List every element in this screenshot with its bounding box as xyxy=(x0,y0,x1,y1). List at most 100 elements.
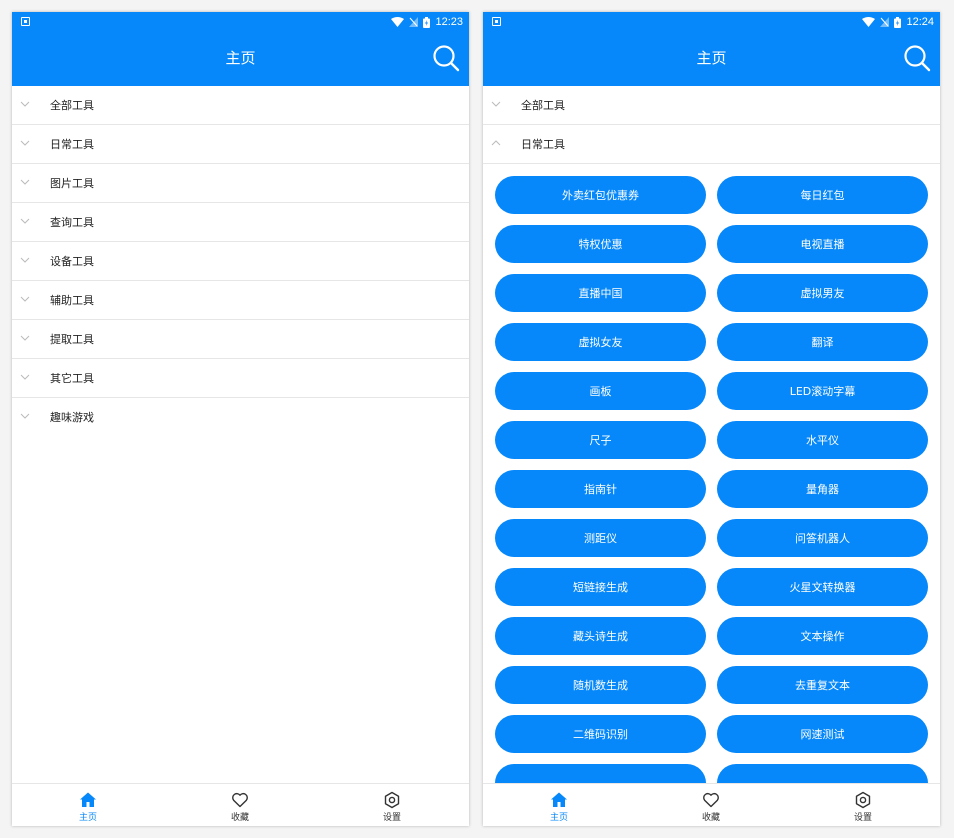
category-label: 辅助工具 xyxy=(50,294,94,307)
category-row-assist-tools[interactable]: 辅助工具 xyxy=(12,281,469,320)
tab-label: 收藏 xyxy=(230,813,249,823)
category-row-daily-tools[interactable]: 日常工具 xyxy=(12,125,469,164)
tab-label: 设置 xyxy=(382,813,401,823)
chevron-up-icon xyxy=(491,140,501,146)
chevron-down-icon xyxy=(20,101,30,107)
tool-button[interactable]: 画板 xyxy=(495,372,706,410)
tab-label: 设置 xyxy=(853,813,872,823)
search-icon[interactable] xyxy=(902,43,932,73)
tab-label: 主页 xyxy=(78,813,97,823)
tab-settings[interactable]: 设置 xyxy=(787,784,939,826)
tool-button[interactable]: 每日红包 xyxy=(717,176,928,214)
category-list: 全部工具 日常工具 图片工具 查询工具 设备工具 辅助工具 提取工具 其它工具 … xyxy=(12,86,469,436)
gear-icon xyxy=(855,791,871,809)
notification-app-icon xyxy=(492,17,501,26)
category-row-all-tools[interactable]: 全部工具 xyxy=(483,86,940,125)
tool-button[interactable]: 文本操作 xyxy=(717,617,928,655)
tab-favorites[interactable]: 收藏 xyxy=(635,784,787,826)
status-time: 12:24 xyxy=(906,16,934,28)
battery-icon xyxy=(423,16,431,28)
category-list: 全部工具 日常工具 xyxy=(483,86,940,164)
page-title: 主页 xyxy=(225,49,256,67)
tool-button[interactable]: 藏头诗生成 xyxy=(495,617,706,655)
tool-button[interactable]: 去重复文本 xyxy=(717,666,928,704)
tool-button[interactable]: 问答机器人 xyxy=(717,519,928,557)
chevron-down-icon xyxy=(20,335,30,341)
category-label: 日常工具 xyxy=(50,138,94,151)
home-icon xyxy=(80,792,96,807)
tool-button[interactable]: 水平仪 xyxy=(717,421,928,459)
tool-button[interactable]: 指南针 xyxy=(495,470,706,508)
tool-button[interactable]: 二维码识别 xyxy=(495,715,706,753)
tab-home[interactable]: 主页 xyxy=(12,784,164,826)
wifi-icon xyxy=(391,17,405,27)
category-label: 查询工具 xyxy=(50,216,94,229)
page-title: 主页 xyxy=(696,49,727,67)
chevron-down-icon xyxy=(20,140,30,146)
tool-button[interactable]: 随机数生成 xyxy=(495,666,706,704)
category-row-query-tools[interactable]: 查询工具 xyxy=(12,203,469,242)
app-bar: 主页 xyxy=(483,32,940,86)
category-label: 设备工具 xyxy=(50,255,94,268)
app-bar: 主页 xyxy=(12,32,469,86)
category-label: 图片工具 xyxy=(50,177,94,190)
tool-button[interactable]: 网速测试 xyxy=(717,715,928,753)
chevron-down-icon xyxy=(20,296,30,302)
chevron-down-icon xyxy=(20,179,30,185)
tool-button[interactable]: 测距仪 xyxy=(495,519,706,557)
category-label: 趣味游戏 xyxy=(50,411,94,424)
chevron-down-icon xyxy=(20,218,30,224)
category-row-daily-tools[interactable]: 日常工具 xyxy=(483,125,940,164)
tool-button[interactable]: LED滚动字幕 xyxy=(717,372,928,410)
tool-button[interactable]: 尺子 xyxy=(495,421,706,459)
status-bar: 12:24 xyxy=(483,12,940,32)
tool-button[interactable]: 虚拟女友 xyxy=(495,323,706,361)
category-row-other-tools[interactable]: 其它工具 xyxy=(12,359,469,398)
tool-button[interactable]: 虚拟男友 xyxy=(717,274,928,312)
home-icon xyxy=(551,792,567,807)
status-bar: 12:23 xyxy=(12,12,469,32)
category-label: 其它工具 xyxy=(50,372,94,385)
heart-icon xyxy=(232,792,248,808)
category-row-fun-games[interactable]: 趣味游戏 xyxy=(12,398,469,436)
no-signal-icon xyxy=(409,17,419,27)
tab-settings[interactable]: 设置 xyxy=(316,784,468,826)
category-row-image-tools[interactable]: 图片工具 xyxy=(12,164,469,203)
tool-button[interactable]: 翻译 xyxy=(717,323,928,361)
category-label: 日常工具 xyxy=(521,138,565,151)
tool-button-grid: 外卖红包优惠券 每日红包 特权优惠 电视直播 直播中国 虚拟男友 虚拟女友 翻译 画板 LED滚动… xyxy=(495,176,929,802)
tab-home[interactable]: 主页 xyxy=(483,784,635,826)
search-icon[interactable] xyxy=(431,43,461,73)
tool-button[interactable]: 火星文转换器 xyxy=(717,568,928,606)
tool-button[interactable]: 外卖红包优惠券 xyxy=(495,176,706,214)
no-signal-icon xyxy=(880,17,890,27)
category-label: 提取工具 xyxy=(50,333,94,346)
tab-label: 收藏 xyxy=(701,813,720,823)
notification-app-icon xyxy=(21,17,30,26)
category-row-device-tools[interactable]: 设备工具 xyxy=(12,242,469,281)
category-row-extract-tools[interactable]: 提取工具 xyxy=(12,320,469,359)
tool-button[interactable]: 直播中国 xyxy=(495,274,706,312)
category-row-all-tools[interactable]: 全部工具 xyxy=(12,86,469,125)
phone-screen-left: 12:23 主页 全部工具 日常工具 图片工具 查询工具 设备工具 辅助工具 提… xyxy=(12,12,469,826)
bottom-tab-bar: 主页 收藏 设置 xyxy=(12,783,469,826)
tool-button[interactable]: 短链接生成 xyxy=(495,568,706,606)
bottom-tab-bar: 主页 收藏 设置 xyxy=(483,783,940,826)
chevron-down-icon xyxy=(491,101,501,107)
category-label: 全部工具 xyxy=(50,99,94,112)
chevron-down-icon xyxy=(20,413,30,419)
gear-icon xyxy=(384,791,400,809)
heart-icon xyxy=(703,792,719,808)
chevron-down-icon xyxy=(20,374,30,380)
tool-button[interactable]: 特权优惠 xyxy=(495,225,706,263)
category-label: 全部工具 xyxy=(521,99,565,112)
wifi-icon xyxy=(862,17,876,27)
tool-button[interactable]: 电视直播 xyxy=(717,225,928,263)
tab-label: 主页 xyxy=(549,813,568,823)
chevron-down-icon xyxy=(20,257,30,263)
status-time: 12:23 xyxy=(435,16,463,28)
tool-button[interactable]: 量角器 xyxy=(717,470,928,508)
tab-favorites[interactable]: 收藏 xyxy=(164,784,316,826)
phone-screen-right: 12:24 主页 全部工具 日常工具 外卖红包优惠券 每日红包 特权优惠 电视直播 直播… xyxy=(483,12,940,826)
battery-icon xyxy=(894,16,902,28)
